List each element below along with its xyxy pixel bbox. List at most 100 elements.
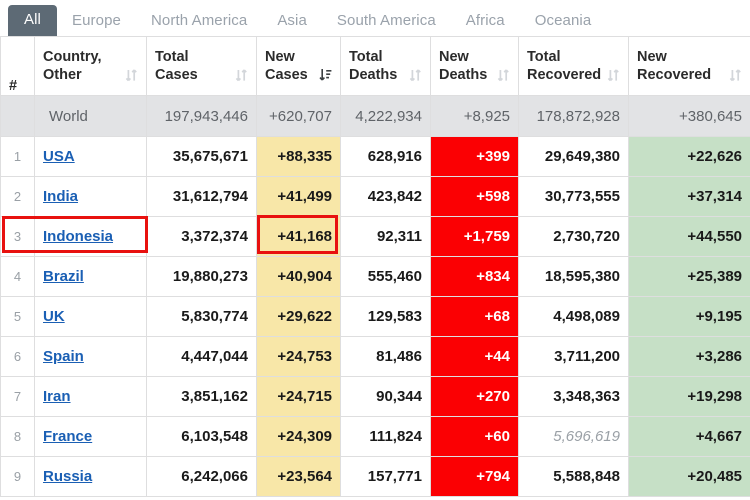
sort-toggle-icon[interactable] xyxy=(729,68,742,83)
country-link[interactable]: USA xyxy=(43,148,75,165)
sort-toggle-icon[interactable] xyxy=(235,68,248,83)
tab-oceania[interactable]: Oceania xyxy=(520,7,607,36)
column-header-label-total_cases: Total Cases xyxy=(155,48,198,84)
cell-total_deaths: 157,771 xyxy=(340,456,431,497)
sort-toggle-icon[interactable] xyxy=(125,68,138,83)
column-header-new_cases[interactable]: New Cases xyxy=(256,36,341,96)
table-row: 7 Iran 3,851,162 +24,715 90,344 +270 3,348,363… xyxy=(0,376,750,417)
cell-world-total_cases: 197,943,446 xyxy=(146,95,257,137)
table-row: 1 USA 35,675,671 +88,335 628,916 +399 29,649,3… xyxy=(0,136,750,177)
table-row: 2 India 31,612,794 +41,499 423,842 +598 30,773… xyxy=(0,176,750,217)
column-header-num[interactable]: # xyxy=(0,36,35,96)
table-row: 3 Indonesia 3,372,374 +41,168 92,311 +1,759 2,… xyxy=(0,216,750,257)
column-header-label-total_recovered: Total Recovered xyxy=(527,48,601,84)
tab-asia[interactable]: Asia xyxy=(262,7,322,36)
table-row: 8 France 6,103,548 +24,309 111,824 +60 5,696,6… xyxy=(0,416,750,457)
cell-new_deaths: +834 xyxy=(430,256,519,297)
column-header-line1-total_recovered: Total xyxy=(527,48,561,65)
cell-world-new_recovered: +380,645 xyxy=(628,95,750,137)
cell-total_cases: 35,675,671 xyxy=(146,136,257,177)
country-link[interactable]: Russia xyxy=(43,468,92,485)
cell-num: 4 xyxy=(0,256,35,297)
cell-new_deaths: +44 xyxy=(430,336,519,377)
country-link[interactable]: Iran xyxy=(43,388,71,405)
cell-new_recovered: +9,195 xyxy=(628,296,750,337)
cell-num: 6 xyxy=(0,336,35,377)
cell-new_deaths: +598 xyxy=(430,176,519,217)
cell-total_cases: 31,612,794 xyxy=(146,176,257,217)
sort-descending-icon[interactable] xyxy=(319,68,332,83)
cell-new_deaths: +60 xyxy=(430,416,519,457)
sort-toggle-icon[interactable] xyxy=(497,68,510,83)
cell-new_cases: +41,168 xyxy=(256,216,341,257)
column-header-new_recovered[interactable]: New Recovered xyxy=(628,36,750,96)
country-link[interactable]: Indonesia xyxy=(43,228,113,245)
column-header-line2-total_recovered: Recovered xyxy=(527,67,602,83)
sort-toggle-icon[interactable] xyxy=(607,68,620,83)
table-body: World 197,943,446 +620,707 4,222,934 +8,925 1… xyxy=(0,95,750,497)
cell-country: Spain xyxy=(34,336,147,377)
table-header-row: # Country, Other Total Cases New Cases Total Dea… xyxy=(0,36,750,96)
cell-new_recovered: +19,298 xyxy=(628,376,750,417)
continent-tab-bar: All Europe North America Asia South America A… xyxy=(0,0,750,36)
country-link[interactable]: Spain xyxy=(43,348,84,365)
column-header-label-country: Country, Other xyxy=(43,48,102,84)
cell-new_deaths: +68 xyxy=(430,296,519,337)
tab-africa[interactable]: Africa xyxy=(451,7,520,36)
tab-europe[interactable]: Europe xyxy=(57,7,136,36)
cell-num: 9 xyxy=(0,456,35,497)
cell-world-total_deaths: 4,222,934 xyxy=(340,95,431,137)
cell-new_cases: +40,904 xyxy=(256,256,341,297)
column-header-line1-new_cases: New xyxy=(265,48,295,65)
cell-new_recovered: +44,550 xyxy=(628,216,750,257)
cell-new_cases: +24,715 xyxy=(256,376,341,417)
country-link[interactable]: UK xyxy=(43,308,65,325)
column-header-line2-new_cases: Cases xyxy=(265,67,308,83)
cell-total_deaths: 628,916 xyxy=(340,136,431,177)
cell-total_recovered: 29,649,380 xyxy=(518,136,629,177)
table-row: 4 Brazil 19,880,273 +40,904 555,460 +834 18,59… xyxy=(0,256,750,297)
sort-toggle-icon[interactable] xyxy=(409,68,422,83)
cell-country: Iran xyxy=(34,376,147,417)
cell-country: Brazil xyxy=(34,256,147,297)
cell-new_deaths: +399 xyxy=(430,136,519,177)
cell-new_deaths: +794 xyxy=(430,456,519,497)
cell-total_deaths: 129,583 xyxy=(340,296,431,337)
column-header-total_cases[interactable]: Total Cases xyxy=(146,36,257,96)
column-header-new_deaths[interactable]: New Deaths xyxy=(430,36,519,96)
column-header-total_recovered[interactable]: Total Recovered xyxy=(518,36,629,96)
cell-new_recovered: +3,286 xyxy=(628,336,750,377)
cell-total_cases: 6,103,548 xyxy=(146,416,257,457)
cell-new_cases: +29,622 xyxy=(256,296,341,337)
column-header-label-new_recovered: New Recovered xyxy=(637,48,711,84)
column-header-total_deaths[interactable]: Total Deaths xyxy=(340,36,431,96)
cell-total_recovered: 5,588,848 xyxy=(518,456,629,497)
cell-total_deaths: 423,842 xyxy=(340,176,431,217)
tab-all[interactable]: All xyxy=(8,5,57,36)
column-header-label-new_deaths: New Deaths xyxy=(439,48,487,84)
cell-total_deaths: 90,344 xyxy=(340,376,431,417)
column-header-line1-total_deaths: Total xyxy=(349,48,383,65)
column-header-country[interactable]: Country, Other xyxy=(34,36,147,96)
column-header-line1-country: Country, xyxy=(43,48,102,65)
country-link[interactable]: Brazil xyxy=(43,268,84,285)
tab-south-america[interactable]: South America xyxy=(322,7,451,36)
column-header-line2-num: # xyxy=(9,77,18,94)
column-header-line2-total_cases: Cases xyxy=(155,67,198,83)
column-header-line2-new_recovered: Recovered xyxy=(637,67,712,83)
cell-total_recovered: 5,696,619 xyxy=(518,416,629,457)
cell-total_recovered: 18,595,380 xyxy=(518,256,629,297)
cell-total_recovered: 30,773,555 xyxy=(518,176,629,217)
cell-new_cases: +88,335 xyxy=(256,136,341,177)
tab-north-america[interactable]: North America xyxy=(136,7,262,36)
country-link[interactable]: France xyxy=(43,428,92,445)
cell-new_recovered: +22,626 xyxy=(628,136,750,177)
cell-new_recovered: +4,667 xyxy=(628,416,750,457)
country-link[interactable]: India xyxy=(43,188,78,205)
cell-new_deaths: +270 xyxy=(430,376,519,417)
cell-new_cases: +24,753 xyxy=(256,336,341,377)
cell-total_recovered: 3,711,200 xyxy=(518,336,629,377)
cell-new_recovered: +25,389 xyxy=(628,256,750,297)
cell-country: India xyxy=(34,176,147,217)
cell-total_cases: 4,447,044 xyxy=(146,336,257,377)
